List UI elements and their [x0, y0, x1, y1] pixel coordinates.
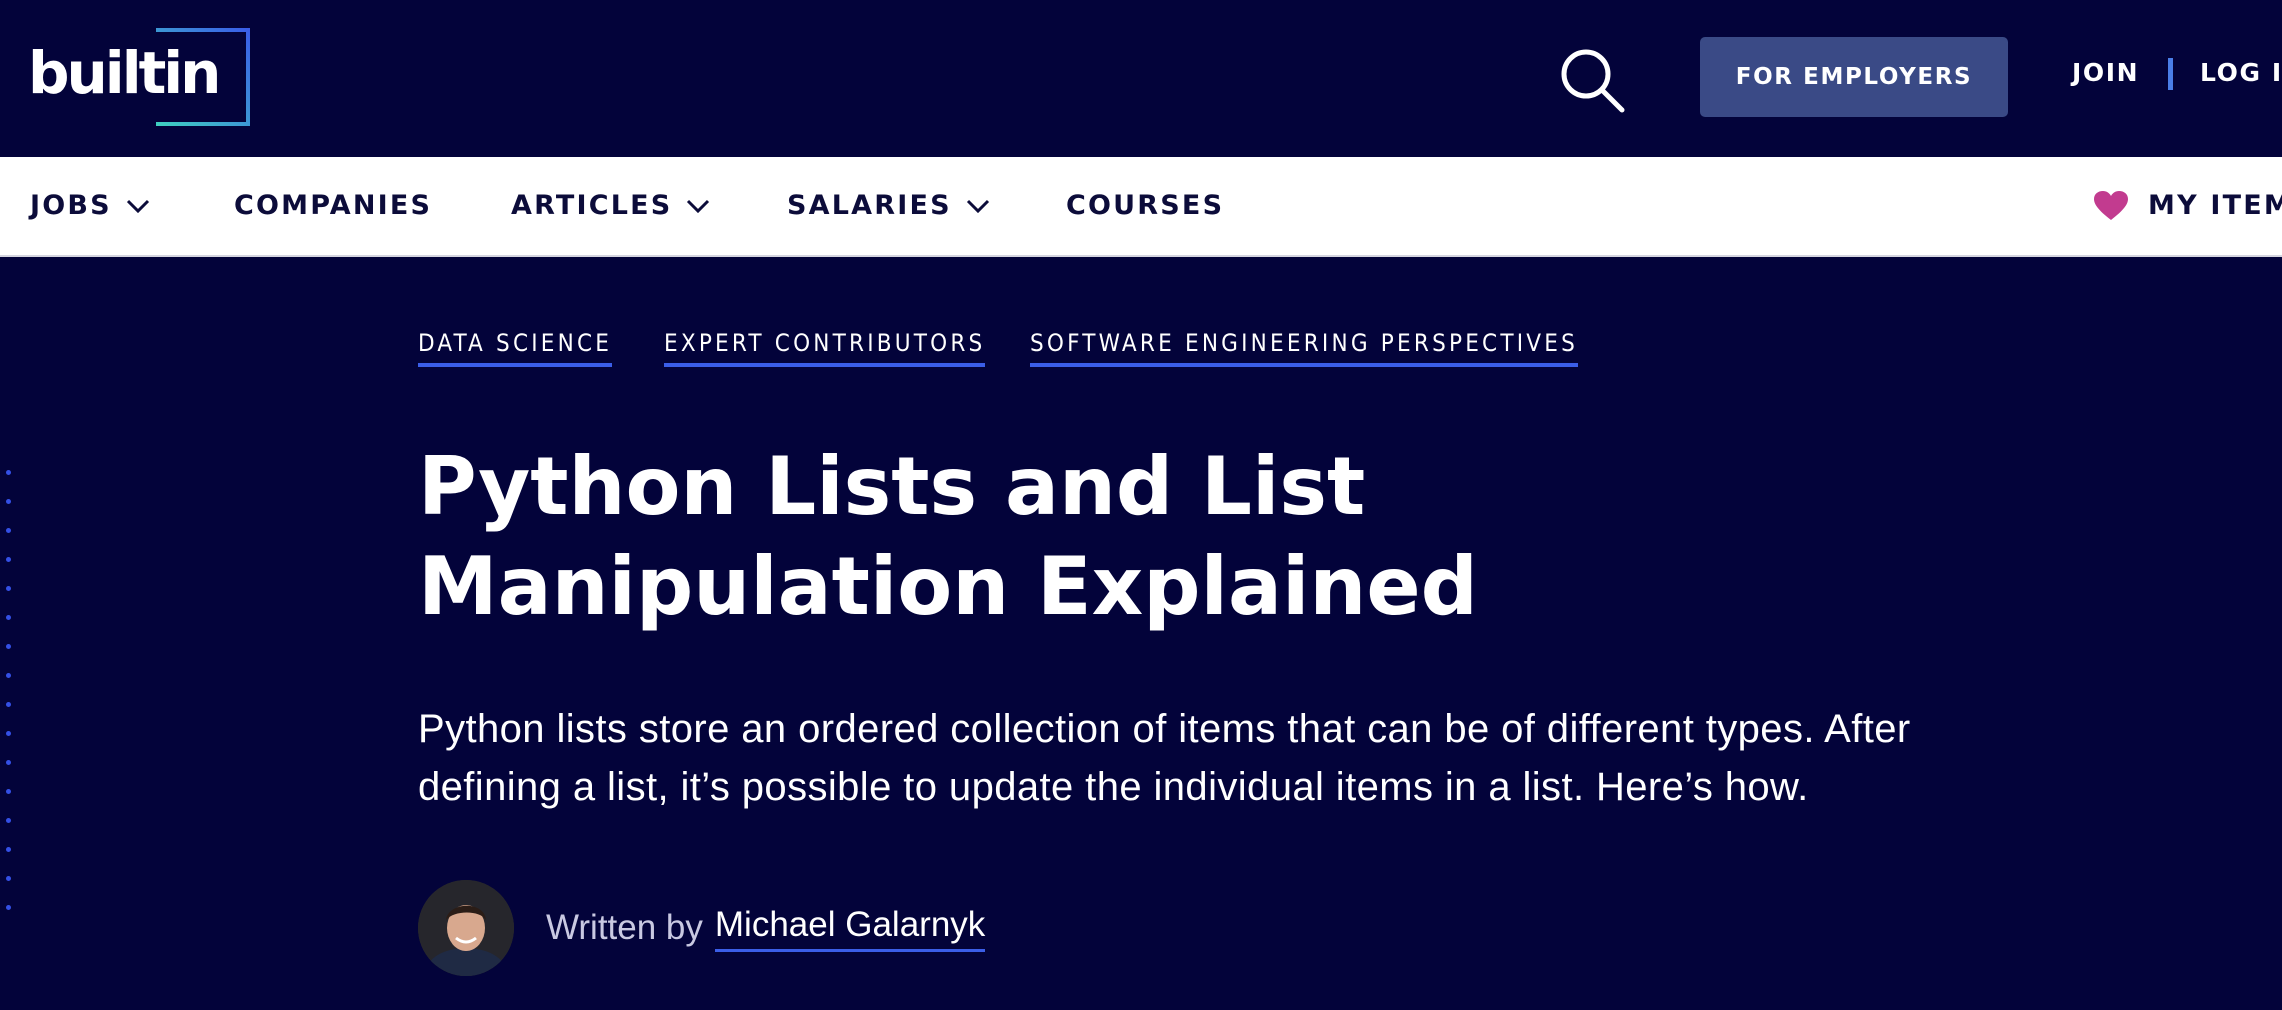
for-employers-label: FOR EMPLOYERS	[1735, 64, 1973, 90]
avatar[interactable]	[418, 880, 514, 976]
author-photo	[418, 880, 514, 976]
my-items-label: MY ITEM	[2148, 190, 2282, 221]
heart-icon	[2094, 190, 2128, 220]
nav-item-courses[interactable]: COURSES	[1066, 190, 1224, 221]
search-icon	[1561, 49, 1625, 113]
article-title: Python Lists and List Manipulation Expla…	[418, 440, 1478, 633]
author-byline: Written by Michael Galarnyk	[418, 880, 986, 976]
written-by-label: Written by	[546, 908, 703, 947]
chevron-down-icon	[126, 199, 149, 213]
join-link[interactable]: JOIN	[2072, 58, 2139, 87]
search-button[interactable]	[1558, 46, 1628, 116]
tag-expert-contributors[interactable]: EXPERT CONTRIBUTORS	[664, 329, 986, 367]
login-link[interactable]: LOG I	[2200, 58, 2282, 87]
nav-item-label: COURSES	[1066, 190, 1225, 221]
tag-software-engineering-perspectives[interactable]: SOFTWARE ENGINEERING PERSPECTIVES	[1030, 329, 1578, 367]
article-summary: Python lists store an ordered collection…	[418, 707, 1911, 809]
nav-item-articles[interactable]: ARTICLES	[511, 190, 710, 221]
top-header: builtin FOR EMPLOYERS JOIN LOG I	[0, 0, 2282, 157]
nav-item-label: SALARIES	[787, 190, 952, 221]
chevron-down-icon	[687, 199, 710, 213]
logo-text: builtin	[28, 39, 218, 107]
nav-item-companies[interactable]: COMPANIES	[234, 190, 432, 221]
builtin-logo[interactable]: builtin	[28, 28, 253, 128]
my-items-link[interactable]: MY ITEM	[2094, 190, 2282, 221]
author-link[interactable]: Michael Galarnyk	[714, 905, 986, 952]
tag-data-science[interactable]: DATA SCIENCE	[418, 329, 613, 367]
nav-item-salaries[interactable]: SALARIES	[787, 190, 990, 221]
nav-item-jobs[interactable]: JOBS	[30, 190, 150, 221]
nav-item-label: JOBS	[30, 190, 112, 221]
chevron-down-icon	[966, 199, 989, 213]
nav-item-label: COMPANIES	[234, 190, 433, 221]
for-employers-button[interactable]: FOR EMPLOYERS	[1700, 37, 2008, 117]
nav-item-label: ARTICLES	[511, 190, 673, 221]
decorative-dot-column	[6, 470, 16, 920]
auth-divider	[2168, 58, 2173, 90]
main-nav: JOBS COMPANIES ARTICLES SALARIES COURSES…	[0, 157, 2282, 257]
